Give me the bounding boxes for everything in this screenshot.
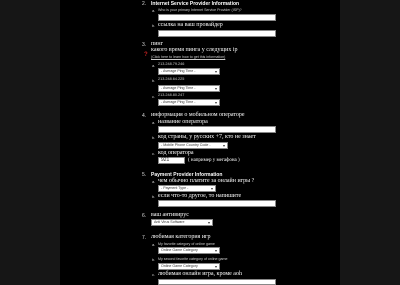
chevron-down-icon: ▾ (214, 100, 217, 105)
section-number: 5. (142, 172, 147, 178)
operator-code-label: код оператора (158, 150, 194, 156)
select-value: Online Game Category (161, 264, 198, 268)
item-letter: c. (152, 272, 156, 277)
country-code-select[interactable]: - Mobile Phone Country Code - ▾ (158, 142, 228, 149)
isp-question: Who is your primary Internet Service Pro… (158, 8, 242, 12)
chevron-down-icon: ▾ (214, 86, 217, 91)
select-value: - Mobile Phone Country Code - (161, 143, 211, 147)
ping-ip: 213.248.79.246 (158, 62, 185, 66)
payment-type-select[interactable]: - Payment Type - ▾ (158, 185, 216, 192)
second-category-label: My second favorite category of online ga… (158, 257, 228, 261)
item-letter: b. (152, 257, 156, 262)
item-letter: c. (152, 94, 156, 99)
operator-name-label: название оператора (158, 119, 208, 125)
survey-form: 2. Internet Service Provider Information… (60, 0, 340, 285)
ping-time-select-1[interactable]: - Average Ping Time - ▾ (158, 68, 220, 75)
select-value: - Average Ping Time - (161, 86, 196, 90)
select-value: Anti Virus Software (154, 220, 185, 224)
ping-help-link[interactable]: (Click here to learn how to get this inf… (151, 55, 225, 59)
ping-time-select-2[interactable]: - Average Ping Time - ▾ (158, 85, 220, 92)
left-margin (0, 0, 60, 285)
ping-time-select-3[interactable]: - Average Ping Time - ▾ (158, 99, 220, 106)
select-value: - Average Ping Time - (161, 100, 196, 104)
item-letter: c. (152, 151, 156, 156)
antivirus-select[interactable]: Anti Virus Software ▾ (151, 219, 213, 226)
item-letter: a. (152, 120, 156, 125)
ping-ip: 213.248.64.225 (158, 77, 185, 81)
select-value: - Payment Type - (161, 186, 189, 190)
item-letter: b. (152, 78, 156, 83)
select-value: Online Game Category (161, 248, 198, 252)
chevron-down-icon: ▾ (222, 143, 225, 148)
item-letter: b. (152, 135, 156, 140)
favorite-category-select[interactable]: Online Game Category ▾ (158, 247, 220, 254)
chevron-down-icon: ▾ (214, 248, 217, 253)
operator-code-input[interactable]: 921 (158, 157, 185, 164)
favorite-game-input[interactable] (158, 279, 276, 285)
second-category-select[interactable]: Online Game Category ▾ (158, 263, 220, 270)
ping-ip: 213.248.80.247 (158, 93, 185, 97)
section-number: 3. (142, 42, 147, 48)
ping-question: какого время пинга у следущих ip (151, 47, 238, 53)
isp-input[interactable] (158, 14, 276, 21)
select-value: - Average Ping Time - (161, 69, 196, 73)
section-number: 7. (142, 235, 147, 241)
section-heading-isp: Internet Service Provider Information (151, 1, 240, 7)
section-number: 4. (142, 113, 147, 119)
payment-other-label: если что-то другое, то напишите (158, 193, 242, 199)
section-heading-categories: любимая категория игр (151, 234, 211, 240)
chevron-down-icon: ▾ (214, 69, 217, 74)
chevron-down-icon: ▾ (214, 264, 217, 269)
item-letter: a. (152, 63, 156, 68)
isp-link-input[interactable] (158, 30, 276, 37)
chevron-down-icon: ▾ (210, 186, 213, 191)
country-code-label: код страны, у русских +7, кто не знает (158, 134, 256, 140)
operator-name-input[interactable] (158, 126, 276, 133)
section-heading-antivirus: ваш антивирус (151, 212, 189, 218)
isp-link-label: ссылка на ваш провайдер (158, 22, 223, 28)
payment-other-input[interactable] (158, 200, 276, 207)
right-margin (340, 0, 400, 285)
favorite-game-label: любимая онлайн игра, кроме aoh (158, 271, 242, 277)
operator-code-hint: ( например у мегафона ) (188, 158, 240, 163)
item-letter: b. (152, 23, 156, 28)
section-heading-mobile: информация о мобильном операторе (151, 112, 245, 118)
item-letter: a. (152, 242, 156, 247)
item-letter: a. (152, 8, 156, 13)
section-number: 2. (142, 1, 147, 7)
question-mark-icon: ? (144, 52, 148, 58)
chevron-down-icon: ▾ (207, 220, 210, 225)
item-letter: b. (152, 194, 156, 199)
section-number: 6. (142, 213, 147, 219)
payment-type-label: чем обычно платите за онлайн игры ? (158, 178, 255, 184)
item-letter: a. (152, 179, 156, 184)
favorite-category-label: My favorite category of online game (158, 242, 215, 246)
